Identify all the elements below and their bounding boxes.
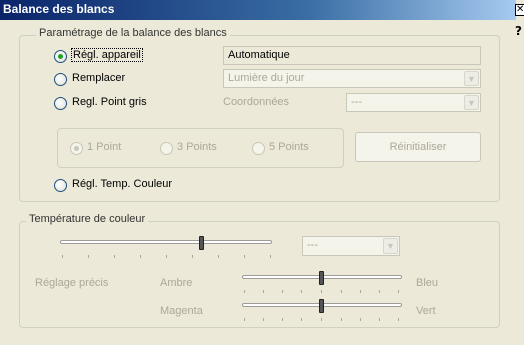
magenta-green-tick bbox=[398, 318, 399, 321]
magenta-green-tick bbox=[244, 318, 245, 321]
three-points-label[interactable]: 3 Points bbox=[177, 141, 217, 153]
amber-blue-tick bbox=[379, 290, 380, 293]
color-temperature-legend: Température de couleur bbox=[26, 213, 149, 225]
help-icon[interactable]: ? bbox=[515, 24, 524, 38]
color-temperature-label[interactable]: Régl. Temp. Couleur bbox=[72, 178, 172, 190]
temperature-tick bbox=[88, 255, 89, 258]
close-icon[interactable]: ✕ bbox=[515, 4, 524, 16]
light-source-value: Lumière du jour bbox=[228, 72, 305, 84]
amber-blue-tick bbox=[244, 290, 245, 293]
coordinates-value: --- bbox=[351, 96, 362, 108]
coordinates-select[interactable]: --- ▼ bbox=[346, 93, 481, 112]
white-balance-settings-legend: Paramétrage de la balance des blancs bbox=[36, 27, 230, 39]
amber-blue-slider-thumb[interactable] bbox=[319, 271, 324, 285]
temperature-tick bbox=[192, 255, 193, 258]
amber-label: Ambre bbox=[160, 277, 193, 289]
temperature-tick bbox=[62, 255, 63, 258]
temperature-tick bbox=[270, 255, 271, 258]
light-source-select[interactable]: Lumière du jour ▼ bbox=[223, 69, 481, 88]
five-points-radio[interactable] bbox=[252, 142, 265, 155]
color-temperature-radio[interactable] bbox=[54, 179, 67, 192]
window-edge bbox=[516, 0, 524, 345]
temperature-tick bbox=[114, 255, 115, 258]
green-label: Vert bbox=[416, 305, 436, 317]
gray-point-label[interactable]: Regl. Point gris bbox=[72, 96, 147, 108]
five-points-label[interactable]: 5 Points bbox=[269, 141, 309, 153]
amber-blue-tick bbox=[301, 290, 302, 293]
amber-blue-tick bbox=[263, 290, 264, 293]
amber-blue-tick bbox=[321, 290, 322, 293]
replace-radio[interactable] bbox=[54, 73, 67, 86]
camera-setting-radio[interactable] bbox=[54, 50, 67, 63]
reset-button[interactable]: Réinitialiser bbox=[355, 132, 481, 162]
temperature-slider-track[interactable] bbox=[60, 240, 272, 244]
magenta-label: Magenta bbox=[160, 305, 203, 317]
amber-blue-tick bbox=[398, 290, 399, 293]
magenta-green-tick bbox=[301, 318, 302, 321]
amber-blue-tick bbox=[360, 290, 361, 293]
chevron-down-icon[interactable]: ▼ bbox=[464, 71, 479, 86]
one-point-label[interactable]: 1 Point bbox=[87, 141, 121, 153]
camera-setting-value: Automatique bbox=[223, 46, 481, 65]
temperature-tick bbox=[218, 255, 219, 258]
temperature-tick bbox=[244, 255, 245, 258]
fine-tuning-label: Réglage précis bbox=[35, 277, 109, 289]
magenta-green-tick bbox=[341, 318, 342, 321]
temperature-select[interactable]: --- ▼ bbox=[302, 236, 400, 256]
window-title: Balance des blancs bbox=[3, 2, 115, 16]
magenta-green-tick bbox=[282, 318, 283, 321]
temperature-tick bbox=[166, 255, 167, 258]
temperature-tick bbox=[140, 255, 141, 258]
magenta-green-tick bbox=[321, 318, 322, 321]
magenta-green-tick bbox=[360, 318, 361, 321]
temperature-value: --- bbox=[307, 239, 318, 251]
magenta-green-slider-thumb[interactable] bbox=[319, 299, 324, 313]
amber-blue-tick bbox=[282, 290, 283, 293]
magenta-green-tick bbox=[263, 318, 264, 321]
magenta-green-tick bbox=[379, 318, 380, 321]
coordinates-label: Coordonnées bbox=[223, 96, 290, 108]
three-points-radio[interactable] bbox=[160, 142, 173, 155]
camera-setting-label[interactable]: Régl. appareil bbox=[71, 48, 143, 62]
one-point-radio[interactable] bbox=[70, 142, 83, 155]
amber-blue-tick bbox=[341, 290, 342, 293]
chevron-down-icon[interactable]: ▼ bbox=[464, 95, 479, 110]
replace-label[interactable]: Remplacer bbox=[72, 72, 125, 84]
chevron-down-icon[interactable]: ▼ bbox=[383, 238, 398, 254]
temperature-slider-thumb[interactable] bbox=[199, 236, 204, 250]
blue-label: Bleu bbox=[416, 277, 439, 289]
gray-point-radio[interactable] bbox=[54, 97, 67, 110]
